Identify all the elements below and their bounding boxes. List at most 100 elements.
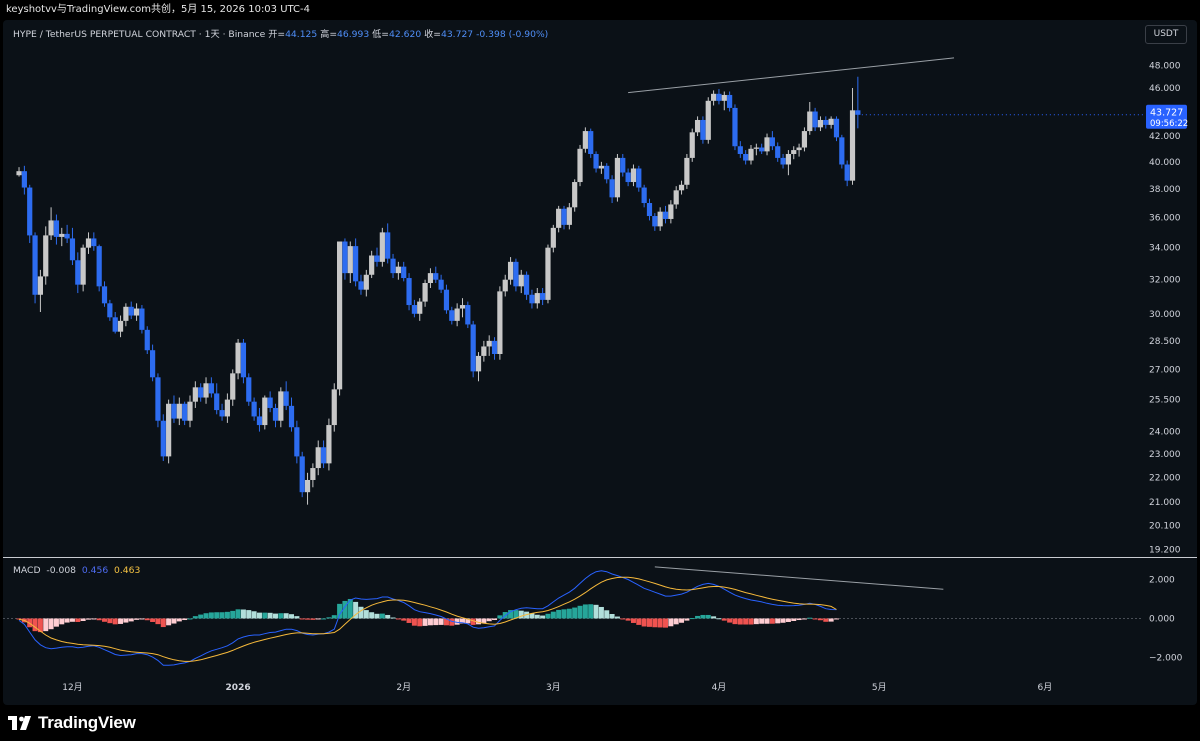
candle[interactable] (160, 414, 166, 462)
candle[interactable] (582, 127, 588, 153)
candle[interactable] (561, 205, 567, 230)
candle[interactable] (716, 89, 722, 105)
candle[interactable] (764, 133, 770, 156)
candle[interactable] (144, 326, 150, 354)
candle[interactable] (374, 247, 380, 267)
candle[interactable] (769, 131, 775, 151)
candle[interactable] (176, 397, 182, 426)
candle[interactable] (475, 352, 482, 382)
symbol-name[interactable]: HYPE / TetherUS PERPETUAL CONTRACT · 1天 … (13, 29, 265, 40)
candle[interactable] (385, 223, 391, 264)
candle[interactable] (737, 141, 743, 158)
candle[interactable] (481, 340, 487, 362)
candle[interactable] (64, 224, 70, 244)
candle[interactable] (807, 101, 813, 135)
candle[interactable] (491, 337, 498, 360)
candle[interactable] (524, 271, 530, 300)
candle[interactable] (700, 116, 706, 144)
chart-canvas[interactable]: 48.000 46.000 42.000 40.000 38.000 36.000 34.0… (3, 20, 1197, 705)
candle[interactable] (721, 91, 727, 111)
candle[interactable] (224, 393, 230, 423)
candle[interactable] (283, 381, 289, 411)
candle[interactable] (540, 288, 546, 306)
candle[interactable] (128, 301, 134, 320)
candle[interactable] (27, 184, 33, 244)
candle[interactable] (502, 274, 508, 297)
price-trendline[interactable] (628, 57, 955, 94)
candle[interactable] (214, 383, 220, 415)
candle[interactable] (486, 335, 492, 356)
candle[interactable] (438, 274, 444, 294)
candle[interactable] (401, 261, 407, 282)
candle[interactable] (358, 274, 364, 295)
candle[interactable] (652, 213, 658, 231)
candle[interactable] (465, 301, 471, 329)
candle[interactable] (123, 303, 129, 327)
candle[interactable] (630, 164, 637, 187)
candle[interactable] (246, 373, 252, 406)
candle[interactable] (37, 269, 43, 313)
candle[interactable] (625, 168, 631, 187)
candle[interactable] (753, 143, 759, 156)
candle[interactable] (785, 150, 791, 176)
candle[interactable] (395, 261, 401, 280)
candle[interactable] (406, 273, 412, 311)
candle[interactable] (711, 90, 717, 106)
candle[interactable] (427, 268, 434, 289)
candle[interactable] (556, 205, 562, 233)
candle[interactable] (417, 298, 423, 321)
candle[interactable] (187, 395, 193, 428)
candle[interactable] (198, 383, 204, 402)
candle[interactable] (694, 116, 701, 137)
candle[interactable] (507, 257, 514, 285)
candle[interactable] (593, 151, 599, 173)
candle[interactable] (545, 244, 551, 304)
candle[interactable] (96, 244, 102, 292)
candle[interactable] (775, 142, 781, 162)
candle[interactable] (566, 203, 572, 230)
candle[interactable] (833, 116, 840, 142)
candle[interactable] (347, 241, 353, 284)
candle[interactable] (288, 397, 295, 432)
candle[interactable] (182, 401, 188, 426)
candle[interactable] (678, 180, 685, 195)
macd-label[interactable]: MACD (13, 565, 41, 576)
candle[interactable] (732, 104, 738, 151)
candle[interactable] (331, 383, 337, 432)
candle[interactable] (294, 420, 300, 464)
candle[interactable] (342, 238, 348, 280)
candle[interactable] (363, 269, 369, 297)
candle[interactable] (604, 163, 610, 184)
candle[interactable] (262, 395, 268, 430)
candle[interactable] (219, 403, 225, 421)
candle[interactable] (646, 198, 653, 221)
candle[interactable] (780, 153, 786, 169)
candle[interactable] (310, 463, 316, 488)
candle[interactable] (614, 153, 621, 202)
candle[interactable] (320, 440, 327, 469)
candle[interactable] (240, 339, 247, 384)
candle[interactable] (48, 207, 54, 240)
candle[interactable] (112, 312, 118, 334)
candle[interactable] (684, 153, 690, 189)
candle[interactable] (53, 214, 60, 245)
candle[interactable] (315, 440, 321, 476)
candle[interactable] (267, 391, 273, 413)
candle[interactable] (69, 227, 76, 266)
candle[interactable] (513, 258, 519, 292)
candle[interactable] (150, 344, 156, 382)
candle[interactable] (812, 107, 818, 132)
candle[interactable] (21, 165, 27, 195)
candle[interactable] (117, 315, 124, 338)
candle[interactable] (839, 134, 845, 169)
candle[interactable] (75, 252, 81, 294)
candle[interactable] (16, 167, 22, 177)
candle[interactable] (459, 298, 466, 318)
candle[interactable] (251, 397, 257, 421)
candle[interactable] (518, 269, 524, 294)
candle[interactable] (411, 299, 417, 318)
candle[interactable] (534, 288, 540, 309)
candle[interactable] (727, 91, 733, 112)
candle[interactable] (272, 403, 279, 428)
candle[interactable] (379, 227, 385, 267)
